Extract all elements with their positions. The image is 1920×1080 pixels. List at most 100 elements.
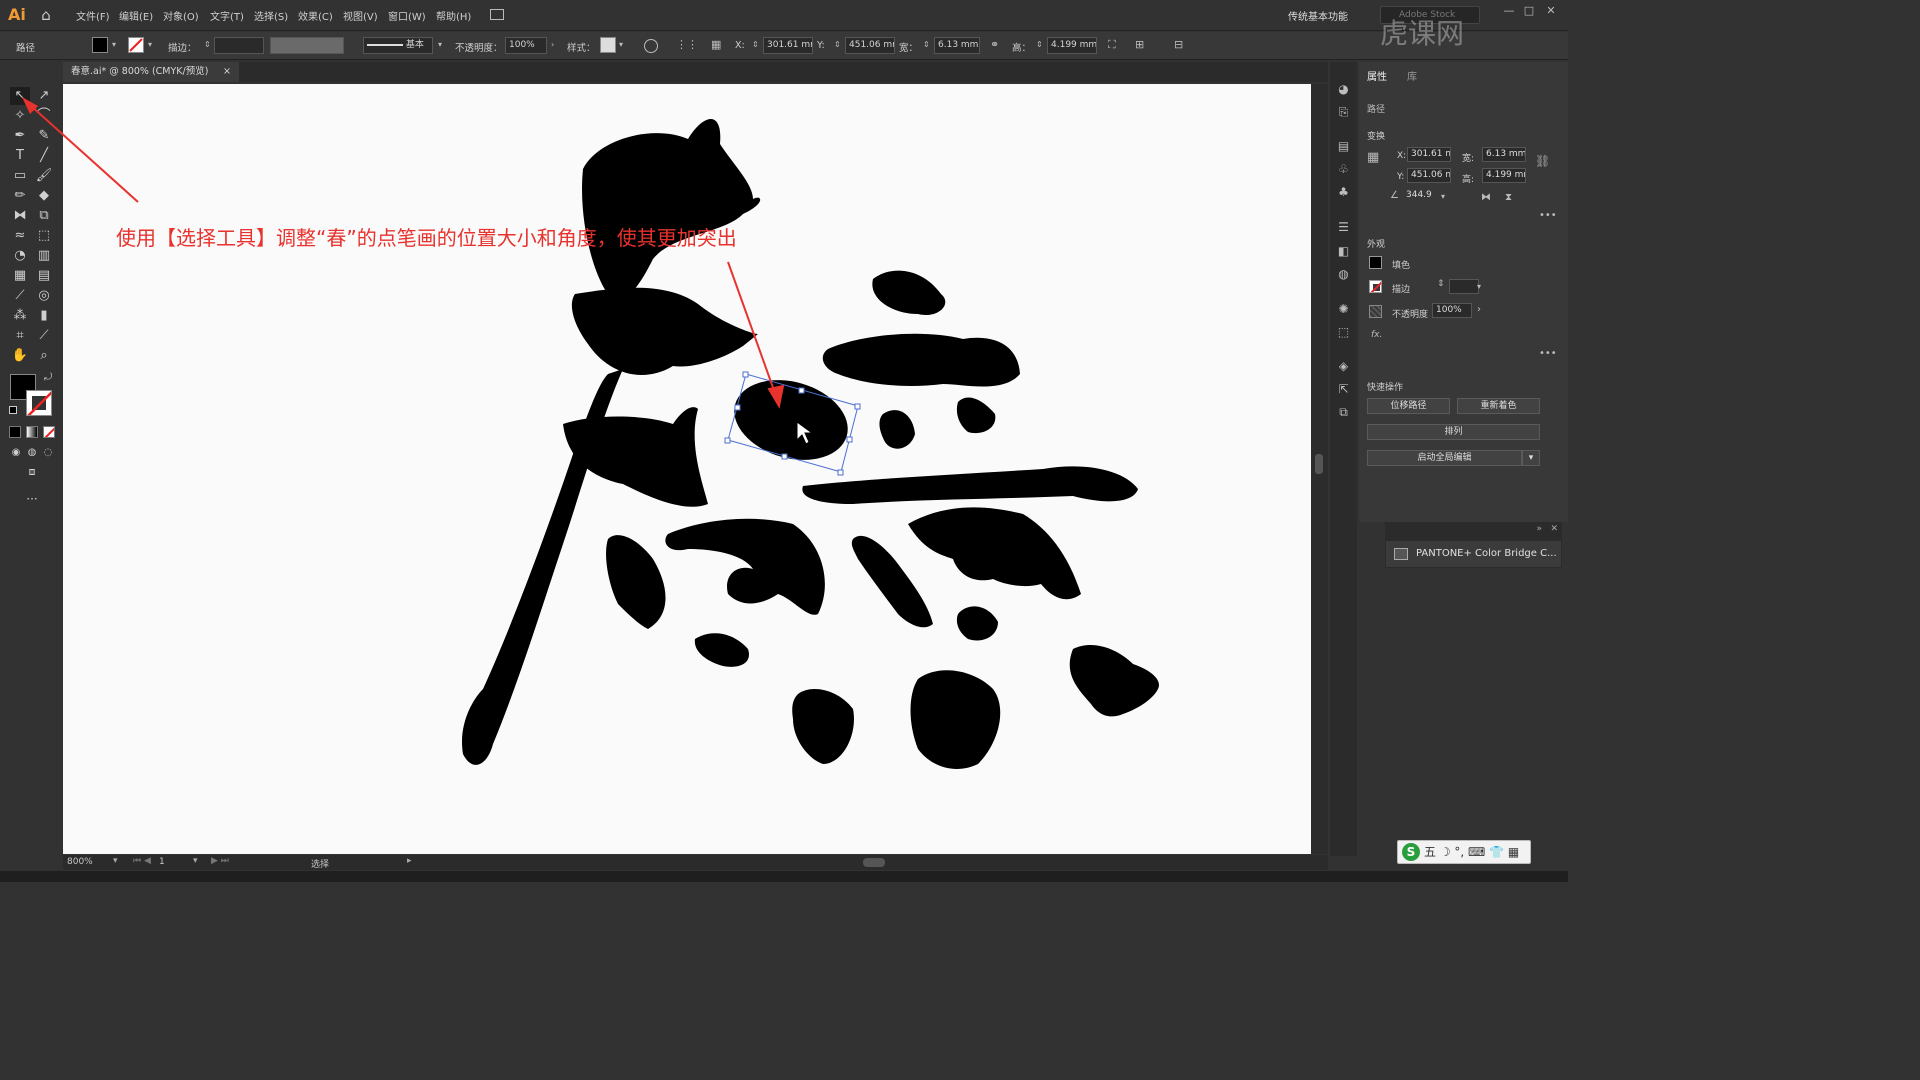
fx-icon[interactable]: fx.: [1371, 330, 1382, 340]
chevron-right-icon[interactable]: ›: [551, 40, 554, 49]
stroke-swatch[interactable]: [1369, 280, 1382, 293]
vertical-scrollbar[interactable]: [1311, 84, 1328, 854]
tab-libraries[interactable]: 库: [1407, 68, 1417, 83]
zoom-level[interactable]: 800%: [67, 857, 93, 867]
align-icon[interactable]: ⋮⋮: [676, 38, 698, 51]
swatch-library-item[interactable]: PANTONE+ Color Bridge C...: [1385, 540, 1562, 568]
opacity-field[interactable]: 100%: [1432, 303, 1472, 318]
layers-icon[interactable]: ◈: [1335, 359, 1352, 374]
recolor-button[interactable]: 重新着色: [1457, 398, 1540, 414]
chevron-down-icon[interactable]: ▾: [619, 40, 623, 49]
chevron-down-icon[interactable]: ▾: [148, 40, 152, 49]
menu-effect[interactable]: 效果(C): [298, 8, 333, 23]
height-input[interactable]: 4.199 mm: [1047, 37, 1097, 54]
artboard-canvas[interactable]: 使用【选择工具】调整“春”的点笔画的位置大小和角度，使其更加突出: [63, 84, 1311, 854]
stroke-weight-field[interactable]: [1449, 279, 1479, 294]
opacity-input[interactable]: 100%: [505, 37, 547, 54]
slice-tool-icon[interactable]: ⟋: [34, 327, 54, 345]
gradient-mode-icon[interactable]: [26, 426, 38, 438]
chevron-down-icon[interactable]: ▾: [193, 856, 198, 866]
maximize-icon[interactable]: □: [1520, 4, 1538, 20]
hand-tool-icon[interactable]: ✋: [10, 347, 30, 365]
artboards-icon[interactable]: ▤: [1335, 139, 1352, 154]
transform-icon[interactable]: ⛶: [1108, 38, 1116, 52]
menu-lines-icon[interactable]: ☰: [1335, 220, 1352, 235]
stepper-icon[interactable]: ⇕: [752, 40, 759, 49]
free-transform-icon[interactable]: ⬚: [34, 227, 54, 245]
height-field[interactable]: 4.199 mm: [1482, 168, 1526, 183]
more-options-icon[interactable]: •••: [1539, 210, 1557, 221]
stepper-icon[interactable]: ⇕: [1437, 279, 1445, 289]
stroke-color-box[interactable]: [26, 390, 52, 416]
zoom-tool-icon[interactable]: ⌕: [34, 347, 54, 365]
tab-properties[interactable]: 属性: [1367, 68, 1387, 83]
chevron-down-icon[interactable]: ▾: [438, 40, 442, 49]
menu-type[interactable]: 文字(T): [210, 8, 244, 23]
arrange-documents-icon[interactable]: [490, 9, 504, 20]
menu-file[interactable]: 文件(F): [76, 8, 110, 23]
menu-edit[interactable]: 编辑(E): [119, 8, 153, 23]
more-tools-icon[interactable]: ···: [22, 490, 42, 508]
default-colors-icon[interactable]: [9, 406, 17, 414]
recolor-icon[interactable]: [644, 39, 658, 53]
menu-help[interactable]: 帮助(H): [436, 8, 471, 23]
appearance-icon[interactable]: ◍: [1335, 267, 1352, 282]
panel-menu-icon[interactable]: ⊟: [1174, 38, 1183, 51]
export-icon[interactable]: ⎘: [1335, 105, 1352, 120]
flip-horizontal-icon[interactable]: ⧓: [1481, 192, 1491, 203]
x-input[interactable]: 301.61 mm: [763, 37, 813, 54]
stroke-swatch[interactable]: [128, 37, 144, 53]
x-field[interactable]: 301.61 m: [1407, 147, 1451, 162]
eyedropper-icon[interactable]: ⟋: [10, 287, 30, 305]
chevron-down-icon[interactable]: ▾: [1477, 282, 1481, 291]
global-edit-button[interactable]: 启动全局编辑: [1367, 450, 1522, 466]
chevron-down-icon[interactable]: ▾: [113, 856, 118, 866]
constrain-proportions-icon[interactable]: ⛓: [1535, 154, 1550, 168]
stepper-icon[interactable]: ⇕: [834, 40, 841, 49]
color-guide-icon[interactable]: ◕: [1335, 82, 1352, 97]
menu-select[interactable]: 选择(S): [254, 8, 288, 23]
chevron-right-icon[interactable]: ▸: [407, 856, 412, 866]
symbols-icon[interactable]: ♣: [1335, 185, 1352, 200]
y-input[interactable]: 451.06 mm: [845, 37, 895, 54]
global-edit-options-chevron-icon[interactable]: ▾: [1522, 450, 1540, 466]
draw-inside-icon[interactable]: ◌: [38, 444, 58, 462]
pathfinder-icon[interactable]: ⧉: [1335, 405, 1352, 420]
width-input[interactable]: 6.13 mm: [934, 37, 980, 54]
align-to-icon[interactable]: ⊞: [1135, 38, 1144, 51]
horizontal-scroll-thumb[interactable]: [863, 858, 885, 867]
blend-tool-icon[interactable]: ◎: [34, 287, 54, 305]
chevron-down-icon[interactable]: ▾: [1441, 192, 1445, 201]
home-icon[interactable]: ⌂: [37, 6, 55, 24]
stepper-icon[interactable]: ⇕: [204, 40, 211, 49]
width-tool-icon[interactable]: ≈: [10, 227, 30, 245]
workspace-switcher[interactable]: 传统基本功能: [1288, 8, 1348, 23]
more-options-icon[interactable]: •••: [1539, 348, 1557, 359]
artboard-tool-icon[interactable]: ⌗: [10, 327, 30, 345]
brushes-icon[interactable]: ✺: [1335, 302, 1352, 317]
menu-object[interactable]: 对象(O): [163, 8, 199, 23]
artboard-number[interactable]: 1: [159, 857, 165, 867]
color-mode-icon[interactable]: [9, 426, 21, 438]
menu-view[interactable]: 视图(V): [343, 8, 378, 23]
screen-mode-icon[interactable]: ⧈: [22, 463, 42, 481]
graphic-styles-icon[interactable]: ⬚: [1335, 325, 1352, 340]
graphic-style-swatch[interactable]: [600, 37, 616, 53]
reference-point-icon[interactable]: ▦: [711, 38, 721, 51]
offset-path-button[interactable]: 位移路径: [1367, 398, 1450, 414]
close-panel-icon[interactable]: ✕: [1550, 524, 1558, 534]
column-graph-icon[interactable]: ▮: [34, 307, 54, 325]
close-window-icon[interactable]: ✕: [1542, 4, 1560, 20]
y-field[interactable]: 451.06 m: [1407, 168, 1451, 183]
asset-export-icon[interactable]: ⇱: [1335, 382, 1352, 397]
floating-panel-header[interactable]: » ✕: [1385, 522, 1562, 540]
flip-vertical-icon[interactable]: ⧗: [1505, 192, 1512, 203]
symbol-sprayer-icon[interactable]: ⁂: [10, 307, 30, 325]
collapse-panel-icon[interactable]: »: [1536, 524, 1542, 534]
width-field[interactable]: 6.13 mm: [1482, 147, 1526, 162]
minimize-icon[interactable]: —: [1500, 4, 1518, 20]
arrange-button[interactable]: 排列: [1367, 424, 1540, 440]
link-icon[interactable]: ⚭: [990, 38, 999, 51]
transparency-icon[interactable]: ◧: [1335, 244, 1352, 259]
fill-swatch[interactable]: [1369, 256, 1382, 269]
